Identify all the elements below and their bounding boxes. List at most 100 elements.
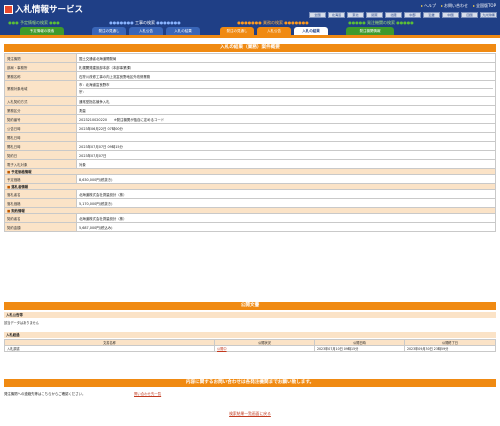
field-label: 開札日時 [4,141,77,151]
field-value: 市：北海道富良野市 宗： [76,80,496,97]
field-label: 業務区分 [4,105,77,115]
field-value: 石狩川改修工事の内上流富良野地区外改修業務 [76,71,496,81]
field-value: 2023210020220 ※発注機関が独自に定めるコード [76,114,496,124]
doc-name: 入札調書 [4,345,215,352]
field-label: 発注機関 [4,53,77,63]
field-value-line: 宗： [79,89,86,94]
category-service: ●●●●●●● 業務の検索 ●●●●●●● [237,20,309,25]
detail-row: 公告日時 2023年06月22日 07時00分 [4,123,496,133]
tab-plan-search[interactable]: 予定情報の検索 [20,27,64,35]
detail-row: 業務区分 測量 [4,105,496,115]
bid-docs-table: 文書名称 公開状況 公開日時 公開終了日 入札調書 公開中 2023年07月10… [4,339,496,352]
field-value: 5,687,000円(税込み) [76,222,496,232]
field-value: 5,170,000円(税抜き) [76,198,496,208]
field-label: 契約金額 [4,222,77,232]
top-links: ヘルプ お問い合わせ 全国版TOP [421,3,496,9]
contact-heading: 内容に関するお問い合わせは各発注機関までお願い致します。 [4,379,496,387]
table-row: 入札調書 公開中 2023年07月10日 09時15分 2023年09月30日 … [4,345,496,352]
notice-empty-text: 該当データはありません [4,321,39,325]
detail-row: 開札日時 2023年07月07日 09時15分 [4,141,496,151]
region-tab-hokuriku[interactable]: 北陸 [385,12,402,18]
region-tab-kanto[interactable]: 関東 [366,12,383,18]
region-tab-kinki[interactable]: 近畿 [423,12,440,18]
tab-service-result[interactable]: 入札の結果 [294,27,328,35]
region-selector: 全国 北海道 東北 関東 北陸 中部 近畿 中国 四国 九州沖縄 [309,12,497,18]
detail-row: 業務対象地域 市：北海道富良野市 宗： [4,80,496,97]
field-label: 部局・事務所 [4,62,77,72]
field-label: 業務名称 [4,71,77,81]
detail-row: 契約日 2023年07月07日 [4,150,496,160]
detail-row: 開札日時 [4,132,496,142]
category-plan: ●●● 予定情報の検索 ●●● [8,20,60,25]
results-subhead: 入札経過 [4,332,496,338]
back-to-results-link[interactable]: 検索結果一覧画面に戻る [229,411,271,416]
help-link[interactable]: ヘルプ [421,3,436,9]
category-agency: ●●●●● 発注機関の検索 ●●●●● [348,20,414,25]
field-value: 2023年06月22日 07時00分 [76,123,496,133]
field-label: 契約番号 [4,114,77,124]
tab-service-notice[interactable]: 入札公告 [257,27,291,35]
field-label: 契約者名 [4,213,77,223]
region-tab-hokkaido[interactable]: 北海道 [328,12,345,18]
field-label: 落札価格 [4,198,77,208]
tab-construction-result[interactable]: 入札の結果 [166,27,200,35]
detail-row: 発注機関 国土交通省北海道開発局 [4,53,496,63]
notice-subhead: 入札公告等 [4,312,496,318]
field-value-line: 市：北海道富良野市 [79,82,493,89]
category-construction: ●●●●●●● 工事の検索 ●●●●●●● [109,20,181,25]
tab-construction-outlook[interactable]: 発注の見通し [92,27,126,35]
contact-row: 発注機関への連絡先等はこちらからご確認ください。 問い合わせ先一覧 [4,391,496,396]
logo-icon [4,4,13,14]
doc-status-link[interactable]: 公開中 [214,345,315,352]
field-value: 北海道株式会社測量設計（株） [76,189,496,199]
detail-row: 予定価格 8,630,000円(税抜き) [4,174,496,184]
doc-end: 2023年09月30日 23時59分 [404,345,496,352]
detail-row: 電子入札対象 対象 [4,159,496,169]
contact-link[interactable]: お問い合わせ [441,3,468,9]
field-value [76,132,496,142]
field-label: 電子入札対象 [4,159,77,169]
detail-heading: 入札の結果（業務）案件概要 [4,44,496,52]
field-label: 入札契約方式 [4,96,77,106]
field-value: 8,630,000円(税抜き) [76,174,496,184]
field-label: 公告日時 [4,123,77,133]
site-logo[interactable]: 入札情報サービス [4,3,83,15]
category-labels: ●●● 予定情報の検索 ●●● ●●●●●●● 工事の検索 ●●●●●●● ●●… [0,19,500,26]
field-label: 予定価格 [4,174,77,184]
public-docs-heading: 公開文書 [4,302,496,310]
detail-row: 業務名称 石狩川改修工事の内上流富良野地区外改修業務 [4,71,496,81]
detail-row: 落札価格 5,170,000円(税抜き) [4,198,496,208]
region-tab-chubu[interactable]: 中部 [404,12,421,18]
field-label: 業務対象地域 [4,80,77,97]
detail-row: 落札者名 北海道株式会社測量設計（株） [4,189,496,199]
field-label: 開札日時 [4,132,77,142]
field-value: 測量 [76,105,496,115]
site-title: 入札情報サービス [15,5,84,15]
tab-construction-notice[interactable]: 入札公告 [129,27,163,35]
tab-service-outlook[interactable]: 発注の見通し [220,27,254,35]
field-value: 札幌開発建設部本部（本部事業課） [76,62,496,72]
field-value: 北海道株式会社測量設計（株） [76,213,496,223]
field-value: 2023年07月07日 [76,150,496,160]
region-tab-all[interactable]: 全国 [309,12,326,18]
detail-row: 契約番号 2023210020220 ※発注機関が独自に定めるコード [4,114,496,124]
tab-agency-info[interactable]: 発注機関情報 [346,27,394,35]
contact-list-link[interactable]: 問い合わせ先一覧 [134,391,161,396]
detail-row: 契約者名 北海道株式会社測量設計（株） [4,213,496,223]
field-value: 対象 [76,159,496,169]
region-tab-chugoku[interactable]: 中国 [442,12,459,18]
field-value: 2023年07月07日 09時15分 [76,141,496,151]
detail-row: 入札契約方式 通常型指名競争入札 [4,96,496,106]
detail-row: 契約金額 5,687,000円(税込み) [4,222,496,232]
field-value: 通常型指名競争入札 [76,96,496,106]
region-tab-shikoku[interactable]: 四国 [461,12,478,18]
doc-start: 2023年07月10日 09時15分 [314,345,405,352]
field-label: 契約日 [4,150,77,160]
field-label: 落札者名 [4,189,77,199]
back-container: 検索結果一覧画面に戻る [0,411,500,417]
national-top-link[interactable]: 全国版TOP [473,3,496,9]
region-tab-tohoku[interactable]: 東北 [347,12,364,18]
contact-text: 発注機関への連絡先等はこちらからご確認ください。 [4,392,86,396]
region-tab-kyushu[interactable]: 九州沖縄 [480,12,497,18]
header-bar: 入札情報サービス ヘルプ お問い合わせ 全国版TOP 全国 北海道 東北 関東 … [0,0,500,38]
